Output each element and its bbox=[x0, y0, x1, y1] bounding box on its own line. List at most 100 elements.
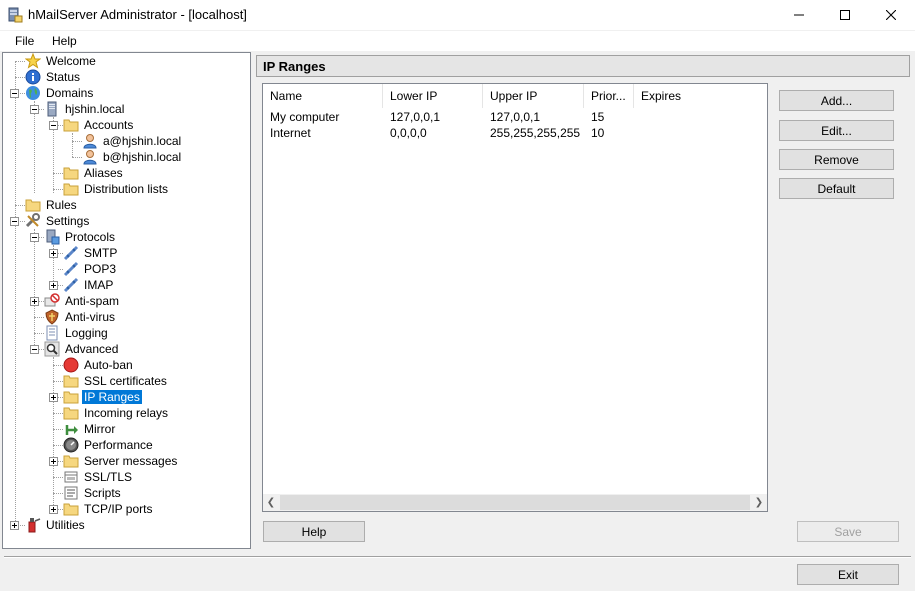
collapse-toggle-domain[interactable] bbox=[30, 105, 39, 114]
tree-label-autoban: Auto-ban bbox=[84, 358, 133, 372]
scroll-left-icon[interactable]: ❮ bbox=[263, 497, 279, 508]
tree-label-logging: Logging bbox=[65, 326, 108, 340]
folder-icon bbox=[63, 375, 79, 388]
tree-item-status[interactable]: Status bbox=[3, 69, 243, 85]
tree-item-protocols[interactable]: Protocols bbox=[3, 229, 243, 245]
add-button[interactable]: Add... bbox=[779, 90, 894, 111]
table-row[interactable]: Internet 0,0,0,0 255,255,255,255 10 bbox=[263, 125, 767, 141]
tree-item-performance[interactable]: Performance bbox=[3, 437, 243, 453]
utilities-icon bbox=[28, 518, 41, 533]
tree-item-accounts[interactable]: Accounts bbox=[3, 117, 243, 133]
list-header: Name Lower IP Upper IP Prior... Expires bbox=[263, 84, 767, 108]
horizontal-scrollbar[interactable]: ❮ ❯ bbox=[263, 494, 767, 511]
tree-item-scripts[interactable]: Scripts bbox=[3, 485, 243, 501]
maximize-button[interactable] bbox=[822, 0, 868, 30]
menu-bar: File Help bbox=[0, 31, 915, 51]
tree-item-distribution-lists[interactable]: Distribution lists bbox=[3, 181, 243, 197]
column-header-expires[interactable]: Expires bbox=[634, 84, 767, 108]
maximize-icon bbox=[840, 10, 850, 20]
edit-button[interactable]: Edit... bbox=[779, 120, 894, 141]
collapse-toggle-advanced[interactable] bbox=[30, 345, 39, 354]
tree-item-domains[interactable]: Domains bbox=[3, 85, 243, 101]
expand-toggle-smtp[interactable] bbox=[49, 249, 58, 258]
tree-label-mirror: Mirror bbox=[84, 422, 116, 436]
save-button[interactable]: Save bbox=[797, 521, 899, 542]
expand-toggle-server-messages[interactable] bbox=[49, 457, 58, 466]
tree-item-rules[interactable]: Rules bbox=[3, 197, 243, 213]
server-icon bbox=[47, 101, 57, 117]
tree-item-ssl-tls[interactable]: SSL/TLS bbox=[3, 469, 243, 485]
tree-label-utilities: Utilities bbox=[46, 518, 85, 532]
tree-item-advanced[interactable]: Advanced bbox=[3, 341, 243, 357]
ssl-tls-icon bbox=[64, 471, 78, 483]
collapse-toggle-accounts[interactable] bbox=[49, 121, 58, 130]
column-header-lower-ip[interactable]: Lower IP bbox=[383, 84, 483, 108]
plug-icon bbox=[63, 245, 79, 261]
tree-label-imap: IMAP bbox=[84, 278, 114, 292]
default-button[interactable]: Default bbox=[779, 178, 894, 199]
close-button[interactable] bbox=[868, 0, 914, 30]
tree-item-antispam[interactable]: Anti-spam bbox=[3, 293, 243, 309]
log-icon bbox=[46, 325, 58, 341]
mirror-arrow-icon bbox=[65, 425, 78, 435]
expand-toggle-utilities[interactable] bbox=[10, 521, 19, 530]
minimize-icon bbox=[794, 14, 804, 16]
stop-icon bbox=[63, 357, 79, 373]
scroll-right-icon[interactable]: ❯ bbox=[751, 497, 767, 508]
scroll-thumb[interactable] bbox=[280, 495, 750, 510]
tree-item-antivirus[interactable]: Anti-virus bbox=[3, 309, 243, 325]
tree-label-antivirus: Anti-virus bbox=[65, 310, 116, 324]
column-header-upper-ip[interactable]: Upper IP bbox=[483, 84, 584, 108]
folder-icon bbox=[25, 199, 41, 212]
tree-label-tcpip-ports: TCP/IP ports bbox=[84, 502, 153, 516]
tree-label-domains: Domains bbox=[46, 86, 94, 100]
menu-file[interactable]: File bbox=[15, 34, 34, 48]
tree-item-smtp[interactable]: SMTP bbox=[3, 245, 243, 261]
folder-icon bbox=[63, 391, 79, 404]
exit-button[interactable]: Exit bbox=[797, 564, 899, 585]
tree-item-ssl-certificates[interactable]: SSL certificates bbox=[3, 373, 243, 389]
tree-label-performance: Performance bbox=[84, 438, 153, 452]
help-button[interactable]: Help bbox=[263, 521, 365, 542]
tree-item-imap[interactable]: IMAP bbox=[3, 277, 243, 293]
tree-item-utilities[interactable]: Utilities bbox=[3, 517, 243, 533]
tree-item-aliases[interactable]: Aliases bbox=[3, 165, 243, 181]
expand-toggle-ip-ranges[interactable] bbox=[49, 393, 58, 402]
tree-item-autoban[interactable]: Auto-ban bbox=[3, 357, 243, 373]
expand-toggle-tcpip-ports[interactable] bbox=[49, 505, 58, 514]
menu-help[interactable]: Help bbox=[52, 34, 77, 48]
tree-label-protocols: Protocols bbox=[65, 230, 116, 244]
tree-item-pop3[interactable]: POP3 bbox=[3, 261, 243, 277]
folder-icon bbox=[63, 455, 79, 468]
table-row[interactable]: My computer 127,0,0,1 127,0,0,1 15 bbox=[263, 109, 767, 125]
tree-item-ip-ranges[interactable]: IP Ranges bbox=[3, 389, 243, 405]
column-header-name[interactable]: Name bbox=[263, 84, 383, 108]
column-header-priority[interactable]: Prior... bbox=[584, 84, 634, 108]
collapse-toggle-settings[interactable] bbox=[10, 217, 19, 226]
expand-toggle-antispam[interactable] bbox=[30, 297, 39, 306]
folder-icon bbox=[63, 119, 79, 132]
ip-ranges-list[interactable]: Name Lower IP Upper IP Prior... Expires … bbox=[262, 83, 768, 512]
minimize-button[interactable] bbox=[776, 0, 822, 30]
tree-item-server-messages[interactable]: Server messages bbox=[3, 453, 243, 469]
folder-icon bbox=[63, 167, 79, 180]
cell-lower-ip: 127,0,0,1 bbox=[390, 110, 441, 124]
tree-item-tcpip-ports[interactable]: TCP/IP ports bbox=[3, 501, 243, 517]
tree-item-mirror[interactable]: Mirror bbox=[3, 421, 243, 437]
tree-item-account-a[interactable]: a@hjshin.local bbox=[3, 133, 243, 149]
tree-item-incoming-relays[interactable]: Incoming relays bbox=[3, 405, 243, 421]
tree-label-domain: hjshin.local bbox=[65, 102, 125, 116]
expand-toggle-imap[interactable] bbox=[49, 281, 58, 290]
cell-upper-ip: 255,255,255,255 bbox=[490, 126, 581, 140]
navigation-tree[interactable]: Welcome Status Domains hjshin.local Acco… bbox=[2, 52, 251, 549]
close-icon bbox=[886, 10, 896, 20]
app-icon bbox=[8, 7, 23, 23]
remove-button[interactable]: Remove bbox=[779, 149, 894, 170]
tree-item-welcome[interactable]: Welcome bbox=[3, 53, 243, 69]
tree-item-settings[interactable]: Settings bbox=[3, 213, 243, 229]
collapse-toggle-protocols[interactable] bbox=[30, 233, 39, 242]
tree-item-account-b[interactable]: b@hjshin.local bbox=[3, 149, 243, 165]
tree-item-logging[interactable]: Logging bbox=[3, 325, 243, 341]
collapse-toggle-domains[interactable] bbox=[10, 89, 19, 98]
tree-item-domain[interactable]: hjshin.local bbox=[3, 101, 243, 117]
